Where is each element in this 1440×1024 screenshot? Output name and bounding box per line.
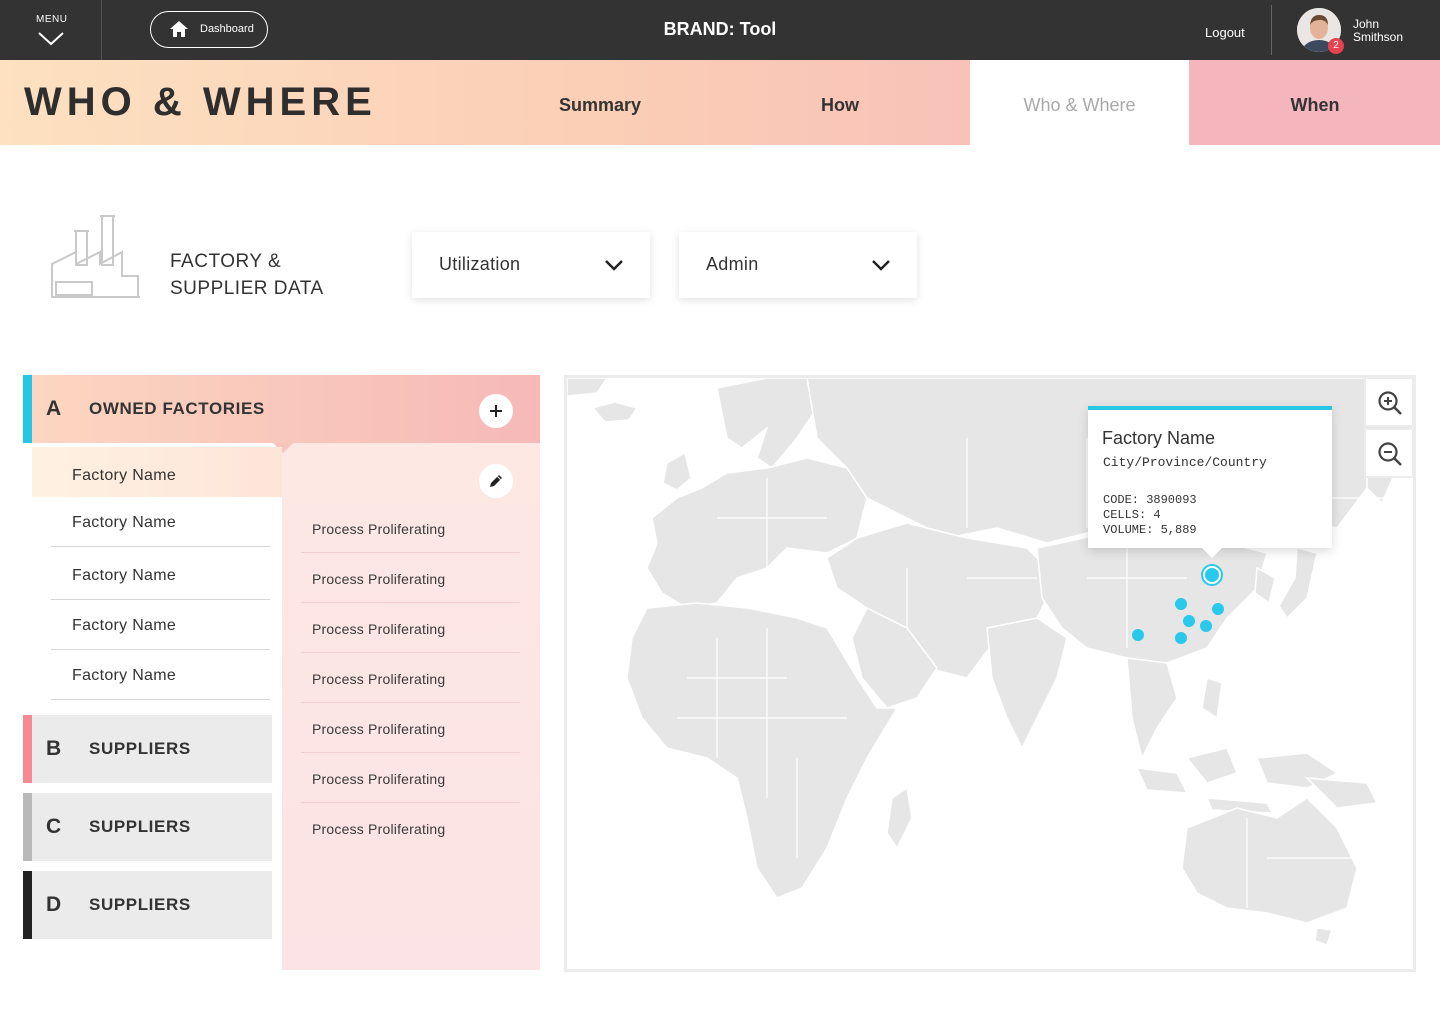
map-marker-selected[interactable] [1203,566,1221,584]
map-marker[interactable] [1200,620,1212,632]
group-name: SUPPLIERS [89,739,191,758]
tab-when[interactable]: When [1190,60,1440,145]
utilization-select-value: Utilization [439,254,521,274]
process-item[interactable]: Process Proliferating [301,703,520,753]
edit-button[interactable] [479,464,513,498]
chevron-down-icon [872,260,890,271]
factory-tooltip: Factory Name City/Province/Country CODE:… [1088,406,1332,558]
process-item[interactable]: Process Proliferating [301,553,520,603]
tab-summary[interactable]: Summary [490,60,710,145]
tab-how[interactable]: How [730,60,950,145]
add-button[interactable] [479,394,513,428]
process-label: Process Proliferating [312,521,446,537]
factory-name: Factory Name [72,567,177,584]
group-suppliers-c[interactable]: C SUPPLIERS [23,793,272,861]
zoom-in-button[interactable] [1364,377,1414,427]
menu-label: MENU [36,14,68,25]
factory-list-item-selected[interactable]: Factory Name [32,447,282,497]
logout-link[interactable]: Logout [1205,25,1245,40]
tooltip-volume: VOLUME: 5,889 [1103,523,1197,537]
group-letter: C [46,815,62,838]
map-marker[interactable] [1132,629,1144,641]
process-item[interactable]: Process Proliferating [301,653,520,703]
tooltip-factory-name: Factory Name [1102,428,1216,448]
pencil-icon [490,475,502,487]
group-suppliers-b[interactable]: B SUPPLIERS [23,715,272,783]
tooltip-location: City/Province/Country [1103,455,1267,470]
tooltip-code: CODE: 3890093 [1103,493,1197,507]
group-suppliers-d[interactable]: D SUPPLIERS [23,871,272,939]
group-name: SUPPLIERS [89,895,191,914]
top-bar: MENU Dashboard BRAND: Tool Logout 2 John… [0,0,1440,64]
process-label: Process Proliferating [312,671,446,687]
admin-select-value: Admin [706,254,759,274]
map-marker[interactable] [1175,598,1187,610]
group-name: SUPPLIERS [89,817,191,836]
chevron-down-icon [38,32,64,46]
process-item[interactable]: Process Proliferating [301,753,520,803]
process-label: Process Proliferating [312,621,446,637]
chevron-down-icon [605,260,623,271]
factory-name: Factory Name [72,514,177,531]
process-label: Process Proliferating [312,821,446,837]
tab-who-where[interactable]: Who & Where [970,60,1189,145]
section-label: FACTORY & SUPPLIER DATA [170,248,324,302]
group-name: OWNED FACTORIES [89,399,265,418]
utilization-select[interactable]: Utilization [412,232,650,298]
home-icon [170,21,188,37]
factory-list-item[interactable]: Factory Name [51,497,270,547]
dashboard-label: Dashboard [200,23,254,35]
process-item[interactable]: Process Proliferating [301,803,520,853]
process-label: Process Proliferating [312,771,446,787]
factory-list-item[interactable]: Factory Name [51,550,270,600]
factory-name: Factory Name [72,667,177,684]
group-owned-factories[interactable]: A OWNED FACTORIES [23,375,540,443]
page-header: WHO & WHERE Summary How Who & Where When [0,60,1440,145]
user-name[interactable]: John Smithson [1353,18,1403,44]
map-marker[interactable] [1183,615,1195,627]
user-last-name: Smithson [1353,30,1404,44]
factory-list-item[interactable]: Factory Name [51,600,270,650]
group-letter: A [46,397,62,420]
group-letter: B [46,737,62,760]
notification-badge: 2 [1328,38,1344,54]
factory-icon [51,215,140,298]
process-label: Process Proliferating [312,571,446,587]
factory-name: Factory Name [72,467,177,484]
menu-button[interactable]: MENU [0,0,102,60]
map-marker[interactable] [1175,632,1187,644]
page-title: WHO & WHERE [24,80,377,124]
process-label: Process Proliferating [312,721,446,737]
admin-select[interactable]: Admin [679,232,917,298]
zoom-out-button[interactable] [1364,428,1414,478]
map-marker[interactable] [1212,603,1224,615]
factory-name: Factory Name [72,617,177,634]
group-letter: D [46,893,62,916]
tooltip-cells: CELLS: 4 [1103,508,1161,522]
section-label-line2: SUPPLIER DATA [170,278,324,299]
zoom-in-icon [1378,391,1402,415]
dashboard-button[interactable]: Dashboard [150,11,268,48]
factory-list-item[interactable]: Factory Name [51,650,270,700]
process-item[interactable]: Process Proliferating [301,503,520,553]
process-item[interactable]: Process Proliferating [301,603,520,653]
section-label-line1: FACTORY & [170,251,282,272]
zoom-out-icon [1378,442,1402,466]
divider [1271,5,1272,55]
